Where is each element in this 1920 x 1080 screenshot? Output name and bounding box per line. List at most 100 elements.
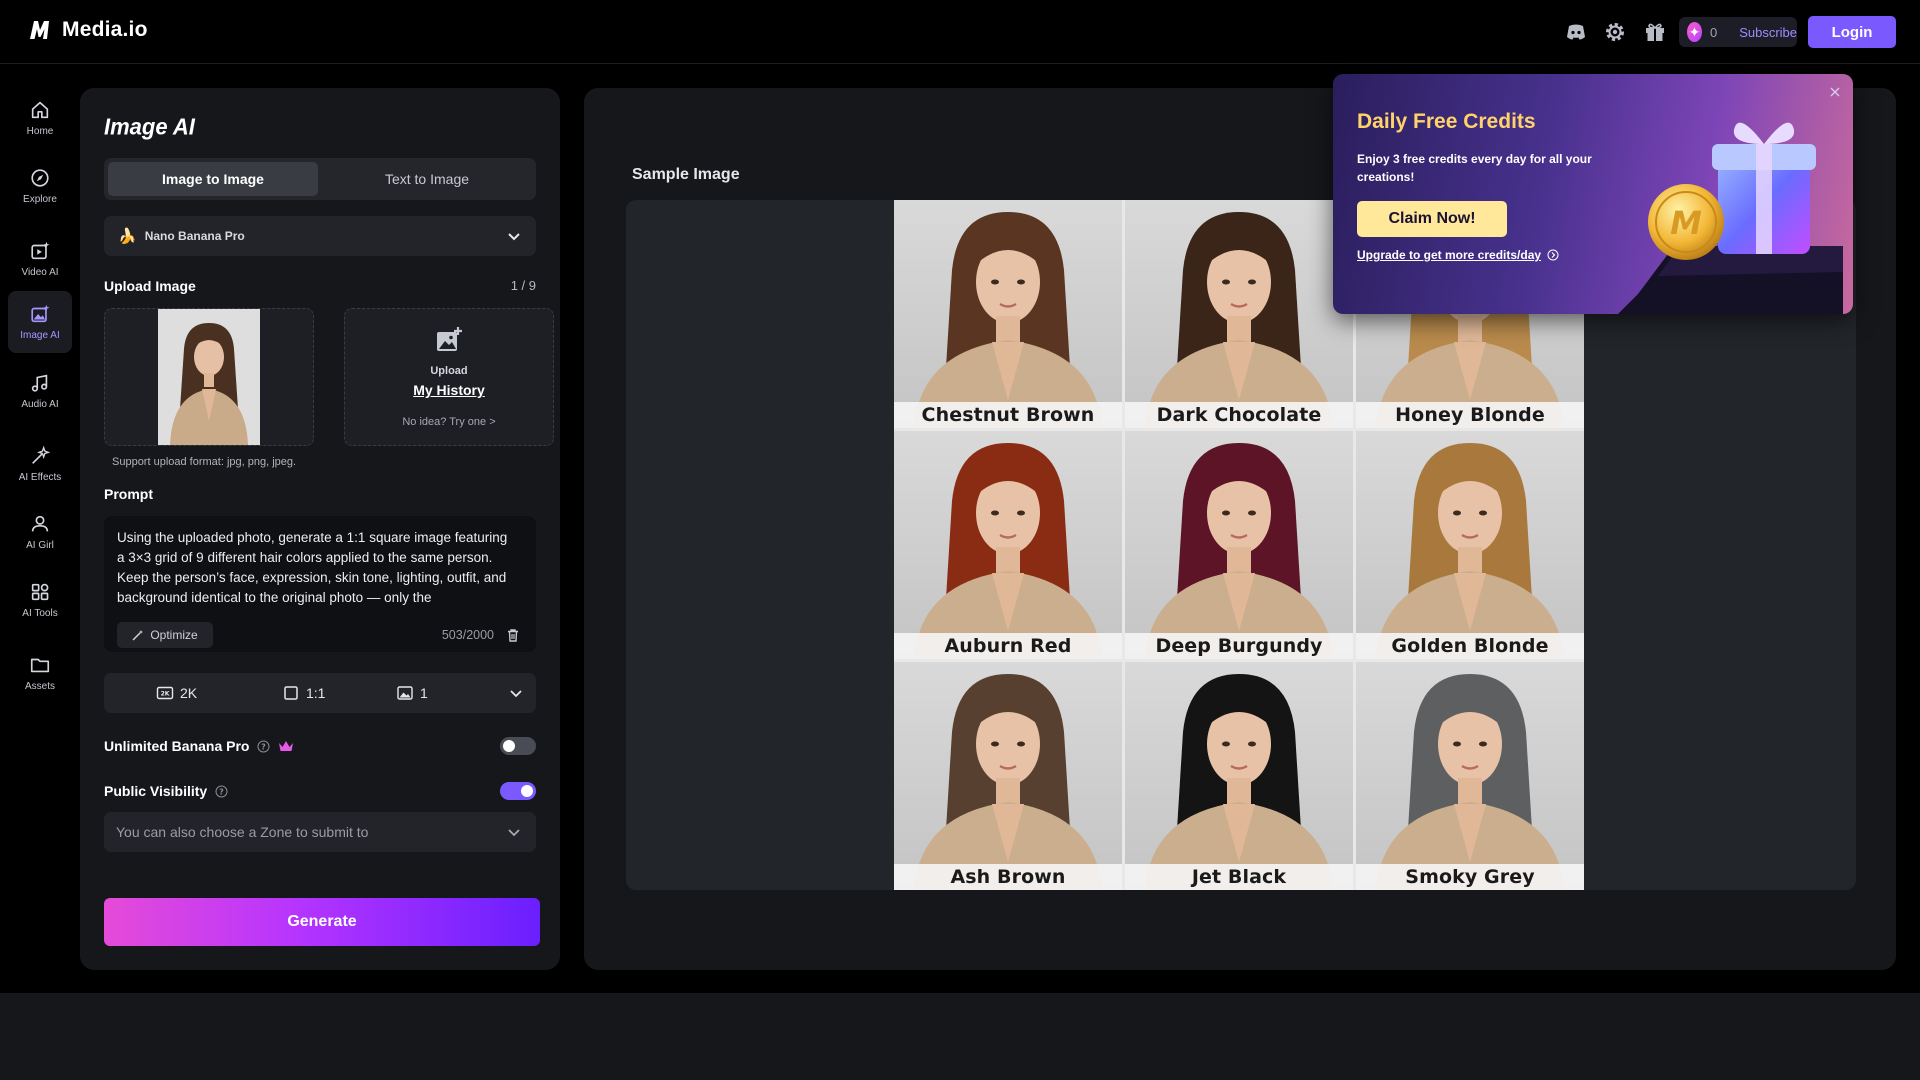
hair-color-sample-cell: Deep Burgundy <box>1125 431 1353 659</box>
trash-icon[interactable] <box>506 628 520 642</box>
subscribe-link[interactable]: Subscribe <box>1739 25 1797 40</box>
hair-color-caption: Smoky Grey <box>1356 864 1584 890</box>
panel-title: Image AI <box>104 113 195 140</box>
hair-color-caption: Ash Brown <box>894 864 1122 890</box>
gift-coin-illustration: M <box>1618 122 1843 314</box>
try-one-link[interactable]: No idea? Try one > <box>402 416 495 428</box>
portrait-image <box>1125 431 1353 659</box>
nav-item-ai-girl[interactable]: AI Girl <box>8 501 72 563</box>
credits-subscribe-pill[interactable]: ✦ 0 Subscribe <box>1679 17 1797 47</box>
nav-item-image-ai[interactable]: Image AI <box>8 291 72 353</box>
resolution-option[interactable]: 2K 2K <box>156 673 197 713</box>
nav-label: Audio AI <box>21 399 59 410</box>
hair-color-sample-cell: Smoky Grey <box>1356 662 1584 890</box>
discord-icon[interactable] <box>1564 20 1588 44</box>
svg-text:?: ? <box>219 787 224 796</box>
hair-color-sample-cell: Auburn Red <box>894 431 1122 659</box>
tab-text-to-image[interactable]: Text to Image <box>322 162 532 196</box>
prompt-textarea[interactable]: Using the uploaded photo, generate a 1:1… <box>104 516 536 652</box>
upgrade-credits-link[interactable]: Upgrade to get more credits/day <box>1357 248 1559 262</box>
aspect-ratio-option[interactable]: 1:1 <box>282 673 325 713</box>
chevron-down-icon[interactable] <box>508 685 524 701</box>
music-icon <box>31 374 48 392</box>
close-icon[interactable] <box>1829 86 1841 98</box>
optimize-button[interactable]: Optimize <box>117 622 213 648</box>
sparkle-icon <box>32 445 51 464</box>
login-button[interactable]: Login <box>1808 16 1896 48</box>
resolution-2k-icon: 2K <box>156 686 174 700</box>
hair-color-sample-cell: Dark Chocolate Brown <box>1125 200 1353 428</box>
daily-credits-popup: Daily Free Credits Enjoy 3 free credits … <box>1333 74 1853 314</box>
visibility-label: Public Visibility <box>104 783 208 799</box>
hair-color-caption: Golden Blonde Ombre <box>1356 633 1584 659</box>
image-count-option[interactable]: 1 <box>396 673 428 713</box>
hair-color-sample-cell: Golden Blonde Ombre <box>1356 431 1584 659</box>
hair-color-caption: Dark Chocolate Brown <box>1125 402 1353 428</box>
nav-item-audio-ai[interactable]: Audio AI <box>8 360 72 422</box>
nav-label: AI Effects <box>18 472 62 483</box>
square-ratio-icon <box>284 686 298 700</box>
tab-image-to-image[interactable]: Image to Image <box>108 162 318 196</box>
hair-color-caption: Jet Black <box>1125 864 1353 890</box>
image-count-icon <box>397 686 413 700</box>
unlimited-banana-row: Unlimited Banana Pro ? <box>104 735 536 757</box>
zone-select[interactable]: You can also choose a Zone to submit to <box>104 812 536 852</box>
portrait-image <box>1125 662 1353 890</box>
upgrade-label: Upgrade to get more credits/day <box>1357 248 1542 262</box>
brand-name: Media.io <box>62 18 148 41</box>
upload-dropzone[interactable]: Upload My History No idea? Try one > <box>344 308 554 446</box>
media-io-logo-icon <box>30 21 49 39</box>
nav-item-home[interactable]: Home <box>8 87 72 149</box>
portrait-image <box>1356 662 1584 890</box>
portrait-image <box>1125 200 1353 428</box>
nav-label: AI Tools <box>22 608 58 619</box>
unlimited-banana-toggle[interactable] <box>500 737 536 755</box>
folder-icon <box>30 658 50 673</box>
help-circle-icon[interactable]: ? <box>215 785 228 798</box>
generate-button[interactable]: Generate <box>104 898 540 946</box>
my-history-link[interactable]: My History <box>413 382 485 398</box>
portrait-image <box>1356 431 1584 659</box>
chevron-down-icon <box>508 233 520 241</box>
mode-tabs: Image to Image Text to Image <box>104 158 536 200</box>
brand-logo[interactable]: Media.io <box>28 18 148 42</box>
uploaded-image-card[interactable] <box>104 308 314 446</box>
prompt-text[interactable]: Using the uploaded photo, generate a 1:1… <box>117 528 517 612</box>
settings-gear-icon[interactable] <box>1603 20 1627 44</box>
magic-wand-icon <box>132 630 144 641</box>
nav-item-video-ai[interactable]: Video AI <box>8 228 72 290</box>
prompt-char-count: 503/2000 <box>441 628 494 642</box>
svg-text:2K: 2K <box>161 691 170 698</box>
help-circle-icon[interactable]: ? <box>257 740 270 753</box>
hair-color-caption: Deep Burgundy <box>1125 633 1353 659</box>
nav-item-assets[interactable]: Assets <box>8 642 72 704</box>
arrow-circle-right-icon <box>1547 249 1559 261</box>
hair-color-caption: Chestnut Brown <box>894 402 1122 428</box>
hair-color-sample-cell: Chestnut Brown <box>894 200 1122 428</box>
hair-color-caption: Honey Blonde <box>1356 402 1584 428</box>
image-ai-panel: Image AI Image to Image Text to Image 🍌 … <box>80 88 560 970</box>
nav-label: Explore <box>23 194 57 205</box>
prompt-label: Prompt <box>104 486 153 502</box>
model-name: Nano Banana Pro <box>144 229 245 243</box>
model-select[interactable]: 🍌 Nano Banana Pro <box>104 216 536 256</box>
hair-color-sample-cell: Jet Black <box>1125 662 1353 890</box>
upload-text: Upload <box>430 365 468 377</box>
nav-label: AI Girl <box>26 540 54 551</box>
compass-icon <box>31 169 49 187</box>
public-visibility-row: Public Visibility ? <box>104 780 536 802</box>
nav-item-ai-tools[interactable]: AI Tools <box>8 569 72 631</box>
nav-label: Video AI <box>21 267 59 278</box>
nav-item-explore[interactable]: Explore <box>8 155 72 217</box>
claim-now-button[interactable]: Claim Now! <box>1357 201 1507 237</box>
gift-icon[interactable] <box>1643 20 1667 44</box>
svg-text:M: M <box>1670 204 1702 242</box>
upload-image-label: Upload Image <box>104 278 196 294</box>
nav-item-ai-effects[interactable]: AI Effects <box>8 433 72 495</box>
unlimited-label: Unlimited Banana Pro <box>104 738 250 754</box>
nav-label: Assets <box>24 681 55 692</box>
sample-image-title: Sample Image <box>632 166 740 183</box>
public-visibility-toggle[interactable] <box>500 782 536 800</box>
home-icon <box>31 101 49 119</box>
portrait-image <box>894 431 1122 659</box>
